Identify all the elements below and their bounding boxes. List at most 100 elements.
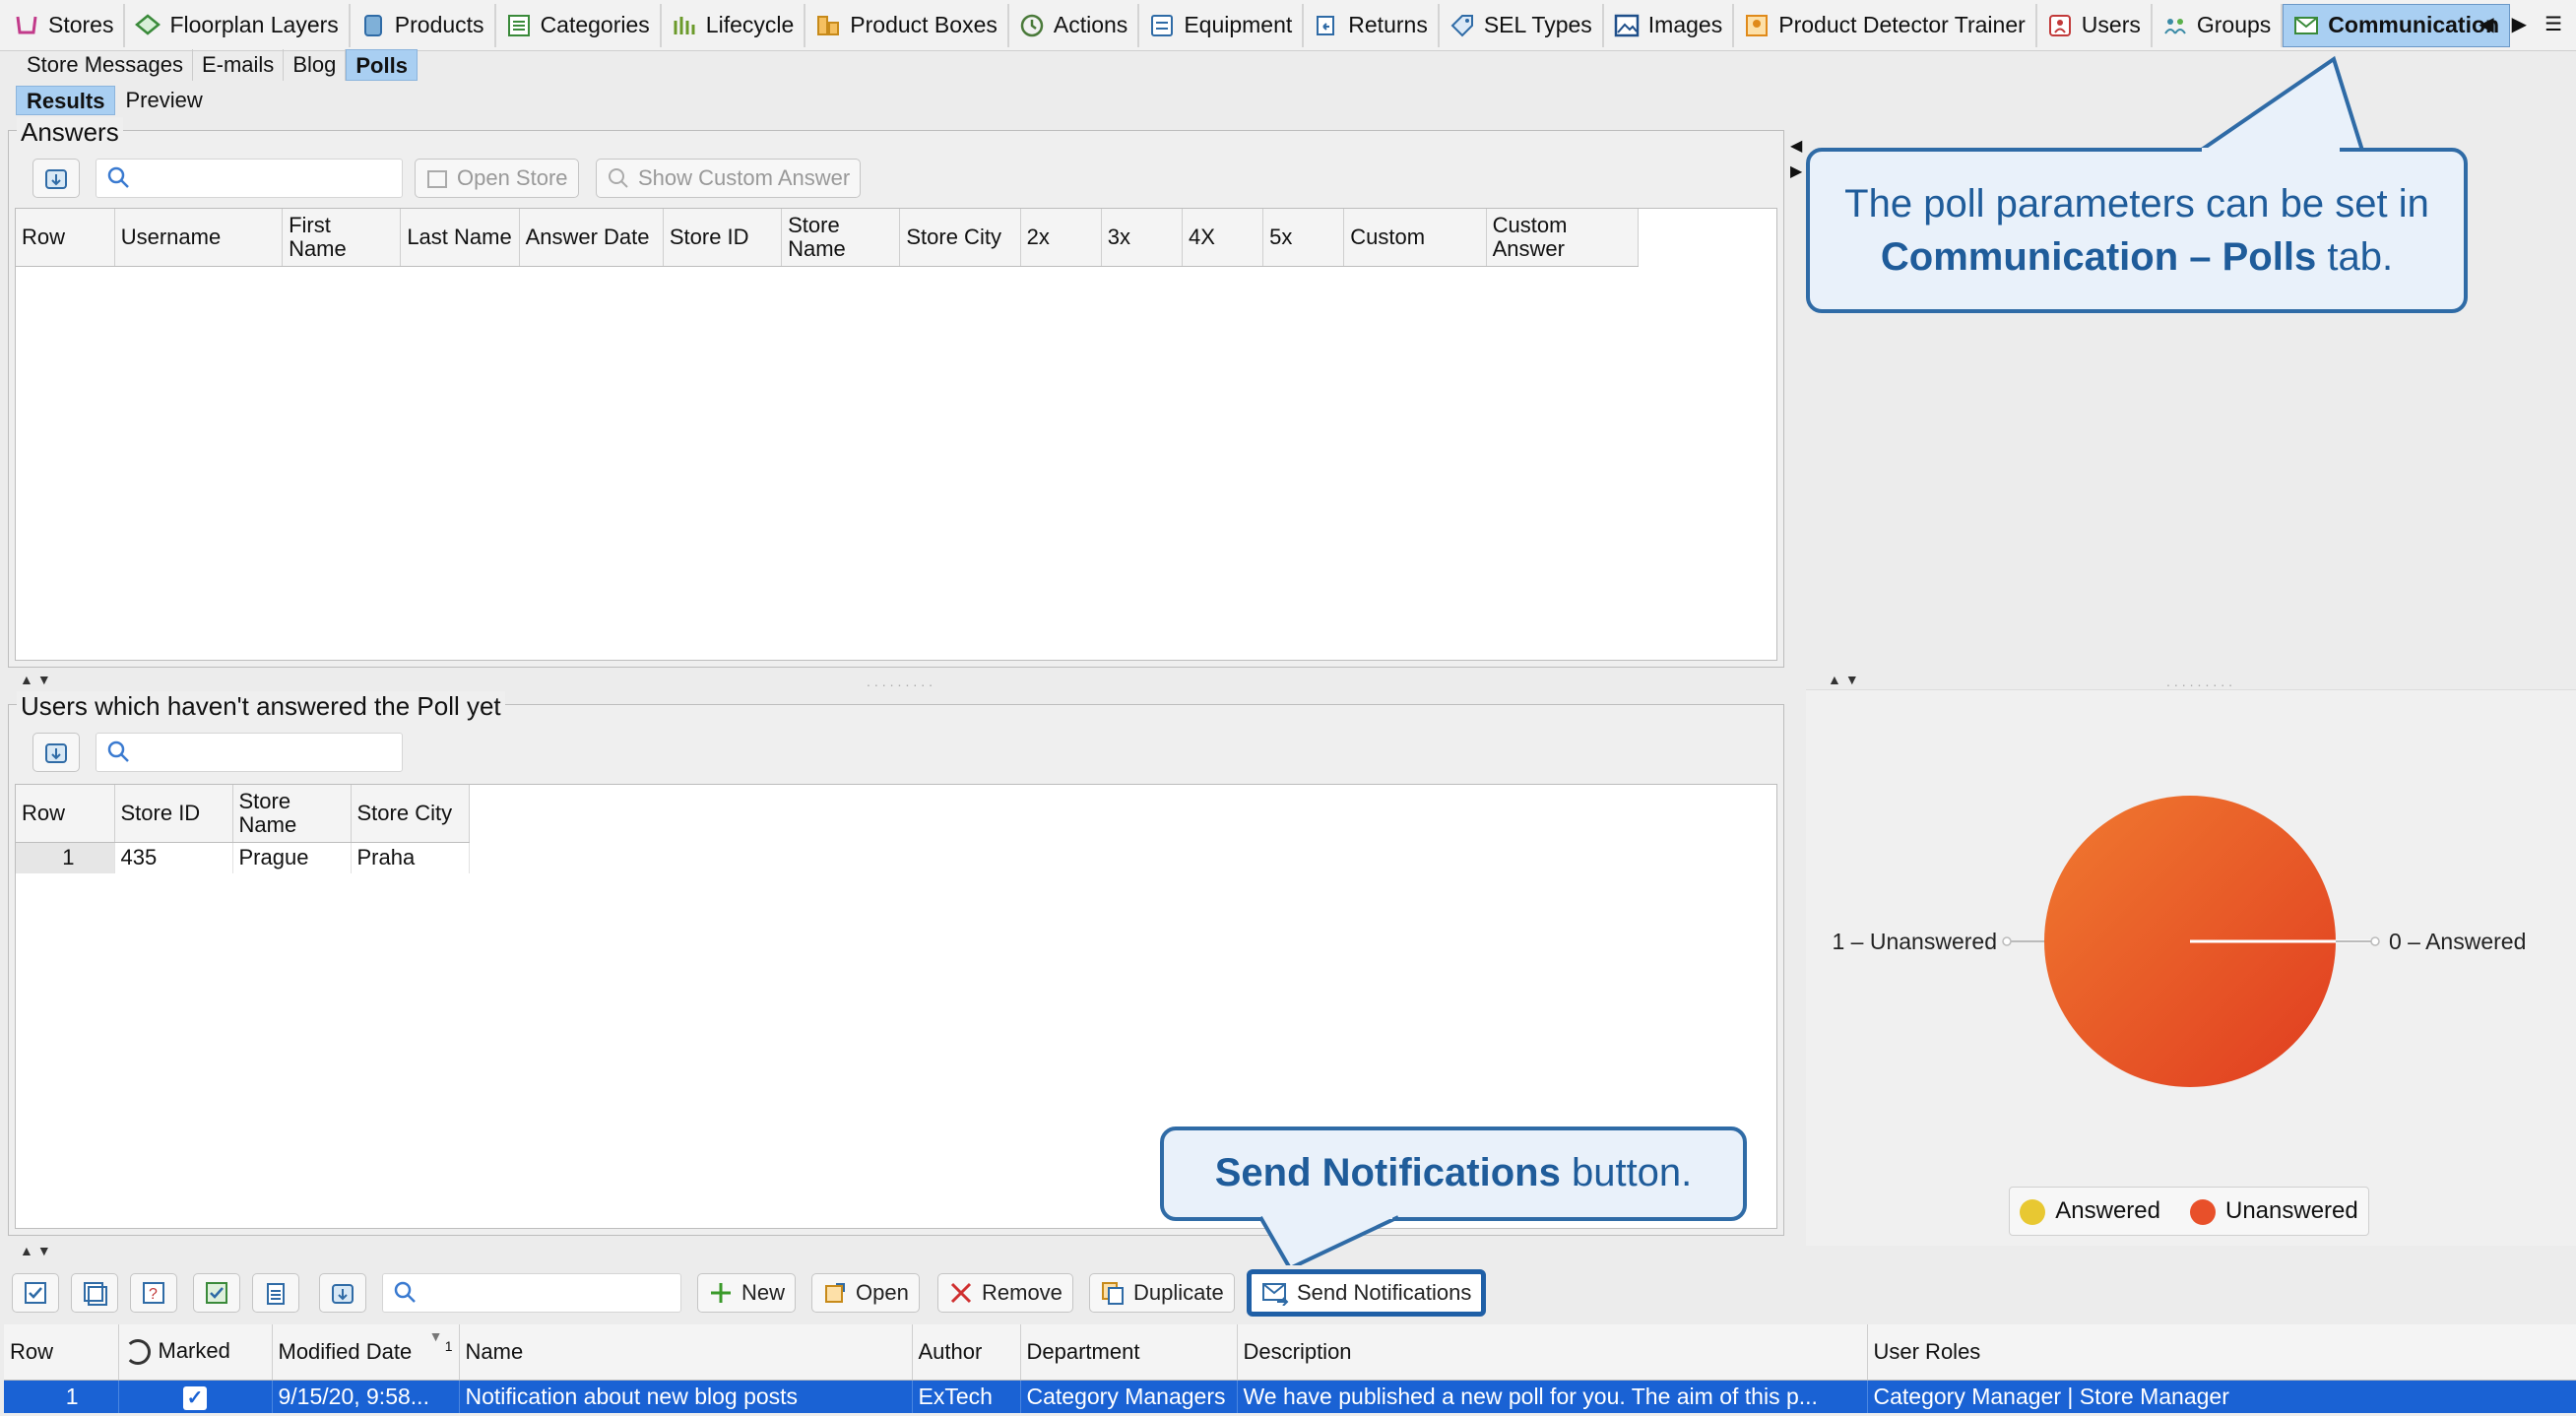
returns-icon <box>1314 13 1339 38</box>
open-store-button[interactable]: Open Store <box>415 159 579 198</box>
tab-stores[interactable]: Stores <box>4 3 126 47</box>
show-marked-button[interactable] <box>193 1273 240 1313</box>
tab-results[interactable]: Results <box>16 86 116 115</box>
envelope-icon <box>2293 13 2319 38</box>
tab-users[interactable]: Users <box>2037 3 2153 47</box>
col-custom-answer[interactable]: Custom Answer <box>1486 209 1640 267</box>
col-author[interactable]: Author <box>912 1324 1021 1381</box>
col-store-id[interactable]: Store ID <box>663 209 783 267</box>
col-store-id[interactable]: Store ID <box>114 785 233 843</box>
new-button[interactable]: New <box>697 1273 797 1313</box>
col-row[interactable]: Row <box>16 209 115 267</box>
tab-categories[interactable]: Categories <box>496 3 662 47</box>
open-button[interactable]: Open <box>811 1273 920 1313</box>
col-store-name[interactable]: Store Name <box>781 209 901 267</box>
col-store-city[interactable]: Store City <box>351 785 470 843</box>
callout-bold-text: Send Notifications <box>1214 1151 1561 1194</box>
duplicate-button[interactable]: Duplicate <box>1089 1273 1235 1313</box>
plus-icon <box>711 1283 731 1303</box>
col-first-name[interactable]: First Name <box>282 209 402 267</box>
tab-sel-types[interactable]: SEL Types <box>1440 3 1604 47</box>
callout-text: button. <box>1560 1151 1693 1194</box>
export-icon <box>45 743 67 763</box>
col-store-city[interactable]: Store City <box>899 209 1021 267</box>
polls-table-container: Row Marked Modified Date ▼ 1 Name Author D… <box>4 1324 2576 1413</box>
scroll-left-icon[interactable]: ◀ <box>2479 12 2493 36</box>
col-custom[interactable]: Custom <box>1343 209 1487 267</box>
unmark-all-button[interactable] <box>71 1273 118 1313</box>
invert-mark-button[interactable]: ? <box>130 1273 177 1313</box>
legend-answered[interactable]: Answered <box>2020 1197 2160 1225</box>
tab-equipment[interactable]: Equipment <box>1139 3 1305 47</box>
col-name[interactable]: Name <box>459 1324 913 1381</box>
col-last-name[interactable]: Last Name <box>400 209 520 267</box>
show-custom-answer-button[interactable]: Show Custom Answer <box>596 159 862 198</box>
answers-title: Answers <box>17 117 123 148</box>
col-store-name[interactable]: Store Name <box>232 785 352 843</box>
search-icon <box>107 166 129 188</box>
unanswered-title: Users which haven't answered the Poll ye… <box>17 691 505 722</box>
tab-actions[interactable]: Actions <box>1009 3 1140 47</box>
tab-lifecycle[interactable]: Lifecycle <box>662 3 806 47</box>
splitter-handle[interactable]: ......... <box>2166 674 2236 689</box>
send-envelope-icon <box>1262 1283 1289 1306</box>
col-username[interactable]: Username <box>114 209 284 267</box>
col-2x[interactable]: 2x <box>1020 209 1102 267</box>
svg-text:?: ? <box>149 1286 158 1303</box>
col-marked[interactable]: Marked <box>118 1324 273 1381</box>
col-row[interactable]: Row <box>16 785 115 843</box>
remove-icon <box>950 1282 972 1304</box>
scroll-right-icon[interactable]: ▶ <box>2512 12 2527 36</box>
col-answer-date[interactable]: Answer Date <box>519 209 664 267</box>
col-4x[interactable]: 4X <box>1182 209 1264 267</box>
cart-icon <box>14 13 39 38</box>
tab-product-boxes[interactable]: Product Boxes <box>805 3 1009 47</box>
splitter-handle[interactable]: ......... <box>867 674 936 689</box>
export-button[interactable] <box>319 1273 366 1313</box>
tab-polls[interactable]: Polls <box>346 49 418 81</box>
remove-button[interactable]: Remove <box>937 1273 1073 1313</box>
send-notifications-button[interactable]: Send Notifications <box>1247 1269 1487 1317</box>
tab-images[interactable]: Images <box>1604 3 1735 47</box>
checkbox-icon <box>25 1282 46 1304</box>
copy-button[interactable] <box>252 1273 299 1313</box>
col-user-roles[interactable]: User Roles <box>1867 1324 2576 1381</box>
new-label: New <box>741 1280 786 1305</box>
tab-label: Lifecycle <box>705 12 795 37</box>
table-row[interactable]: 1 435 Prague Praha <box>16 842 470 873</box>
tab-blog[interactable]: Blog <box>284 49 347 81</box>
panel-resize-arrows[interactable]: ▲▼ <box>1828 672 1863 687</box>
tab-returns[interactable]: Returns <box>1304 3 1440 47</box>
polls-search-input[interactable] <box>382 1273 681 1313</box>
mark-all-button[interactable] <box>12 1273 59 1313</box>
col-modified-date[interactable]: Modified Date ▼ 1 <box>272 1324 460 1381</box>
answered-dot-icon <box>2020 1198 2046 1225</box>
table-row[interactable]: 1 ✓ 9/15/20, 9:58... Notification about … <box>4 1380 2576 1413</box>
answers-search-input[interactable] <box>96 159 403 198</box>
col-5x[interactable]: 5x <box>1262 209 1345 267</box>
unanswered-search-input[interactable] <box>96 733 403 772</box>
tab-emails[interactable]: E-mails <box>193 49 285 81</box>
callout-gap-cover <box>2202 148 2340 158</box>
tab-products[interactable]: Products <box>351 3 496 47</box>
export-button[interactable] <box>32 733 80 772</box>
tab-label: Communication <box>2328 12 2500 37</box>
right-collapse-arrows[interactable]: ◀ ▶ <box>1790 134 1802 185</box>
export-button[interactable] <box>32 159 80 198</box>
col-department[interactable]: Department <box>1020 1324 1238 1381</box>
trainer-icon <box>1744 13 1770 38</box>
tab-preview[interactable]: Preview <box>115 86 212 115</box>
col-3x[interactable]: 3x <box>1101 209 1183 267</box>
panel-resize-arrows[interactable]: ▲▼ <box>20 1243 55 1258</box>
col-description[interactable]: Description <box>1237 1324 1868 1381</box>
tab-floorplan-layers[interactable]: Floorplan Layers <box>125 3 351 47</box>
panel-resize-arrows[interactable]: ▲▼ <box>20 672 55 687</box>
legend-unanswered[interactable]: Unanswered <box>2189 1197 2358 1225</box>
tab-store-messages[interactable]: Store Messages <box>18 49 193 81</box>
col-row[interactable]: Row <box>4 1324 119 1381</box>
tab-product-detector-trainer[interactable]: Product Detector Trainer <box>1734 3 2037 47</box>
tab-list-icon[interactable]: ☰ <box>2544 12 2562 36</box>
row-number: 1 <box>4 1380 119 1413</box>
marked-checkbox[interactable]: ✓ <box>118 1380 273 1413</box>
marked-column-icon <box>124 1338 151 1365</box>
